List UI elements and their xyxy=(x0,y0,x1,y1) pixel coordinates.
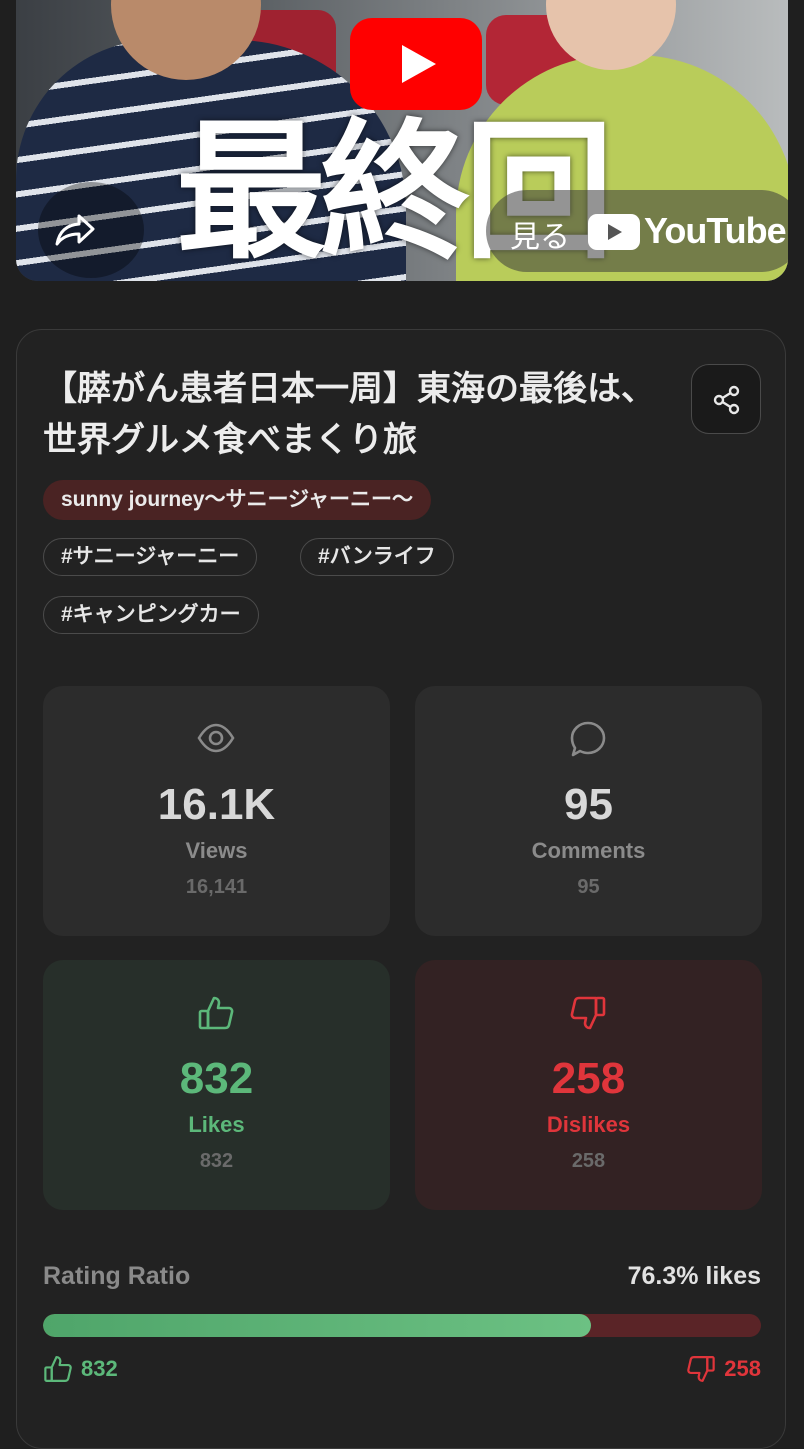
comments-label: Comments xyxy=(531,838,646,863)
dislikes-count: 258 xyxy=(551,1054,626,1103)
likes-stat: 832 Likes 832 xyxy=(43,960,390,1210)
forward-share-icon xyxy=(55,214,95,246)
comments-stat: 95 Comments 95 xyxy=(415,686,762,936)
tag-chip[interactable]: #サニージャーニー xyxy=(43,538,258,576)
tag-chip[interactable]: #キャンピングカー xyxy=(43,596,259,634)
dislikes-stat: 258 Dislikes 258 xyxy=(415,960,762,1210)
rating-ratio-label: Rating Ratio xyxy=(43,1262,191,1290)
tag-chip[interactable]: #バンライフ xyxy=(300,538,454,576)
thumbs-up-icon xyxy=(44,1356,72,1382)
views-label: Views xyxy=(185,838,248,863)
thumbs-up-icon xyxy=(198,996,234,1030)
rating-dislikes-value: 258 xyxy=(724,1356,761,1381)
likes-count: 832 xyxy=(179,1054,254,1103)
rating-bar xyxy=(43,1314,761,1337)
youtube-wordmark: YouTube xyxy=(644,210,787,251)
rating-likes-value: 832 xyxy=(81,1356,118,1381)
youtube-logo-icon xyxy=(588,214,640,250)
likes-exact: 832 xyxy=(199,1150,234,1172)
eye-icon xyxy=(197,723,235,753)
video-title: 【膵がん患者日本一周】東海の最後は、世界グルメ食べまくり旅 xyxy=(43,369,655,460)
views-count: 16.1K xyxy=(157,780,276,829)
views-stat: 16.1K Views 16,141 xyxy=(43,686,390,936)
thumbnail-share-button[interactable] xyxy=(38,182,144,278)
rating-bar-likes-fill xyxy=(43,1314,591,1337)
thumbs-down-icon xyxy=(570,996,606,1030)
channel-name[interactable]: sunny journey〜サニージャーニー〜 xyxy=(43,480,432,520)
dislikes-exact: 258 xyxy=(571,1150,606,1172)
play-button[interactable] xyxy=(350,18,482,110)
watch-on-youtube-button[interactable]: 見る YouTube xyxy=(486,190,788,272)
rating-likes-count: 832 xyxy=(43,1354,118,1384)
likes-label: Likes xyxy=(188,1112,245,1137)
rating-ratio-value: 76.3% likes xyxy=(627,1262,761,1290)
comments-exact: 95 xyxy=(577,876,600,898)
dislikes-label: Dislikes xyxy=(546,1112,631,1137)
rating-dislikes-count: 258 xyxy=(686,1354,761,1384)
views-exact: 16,141 xyxy=(185,876,248,898)
video-thumbnail[interactable]: 最終回 見る YouTube xyxy=(16,0,788,281)
comments-count: 95 xyxy=(564,780,613,829)
comment-bubble-icon xyxy=(570,721,606,757)
share-icon xyxy=(713,385,740,415)
share-button[interactable] xyxy=(691,364,761,434)
thumbs-down-icon xyxy=(687,1356,716,1382)
video-stats-card: 【膵がん患者日本一周】東海の最後は、世界グルメ食べまくり旅 sunny jour… xyxy=(16,329,786,1449)
watch-label: 見る xyxy=(510,221,570,254)
